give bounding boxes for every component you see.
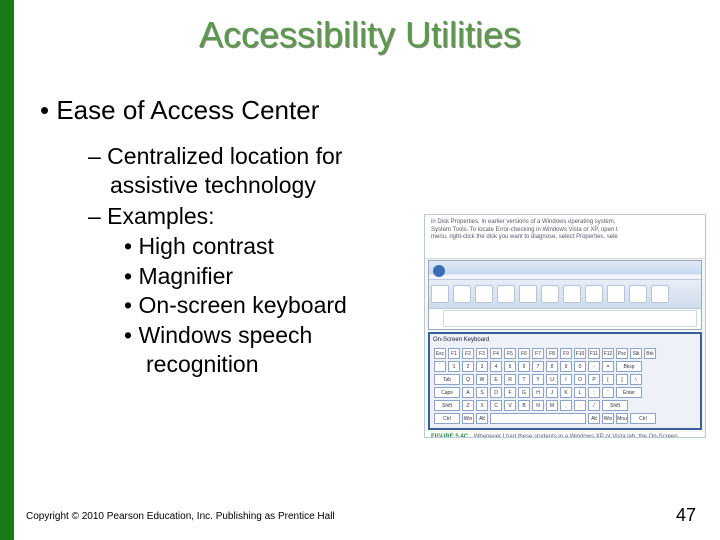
osk-key: Mnu [616,413,628,424]
osk-key: P [588,374,600,385]
osk-key: Ctrl [434,413,460,424]
osk-key: R [504,374,516,385]
osk-row-1: EscF1F2F3F4F5F6F7F8F9F10F11F12PscSlkBrk [433,347,697,360]
on-screen-keyboard: On-Screen Keyboard EscF1F2F3F4F5F6F7F8F9… [428,332,702,430]
osk-key: U [546,374,558,385]
osk-key: K [560,387,572,398]
osk-key: / [588,400,600,411]
osk-key: Alt [476,413,488,424]
osk-key: F12 [602,348,614,359]
osk-row-5: ShiftZXCVBNM,./Shift [433,399,697,412]
osk-row-4: CapsASDFGHJKL;'Enter [433,386,697,399]
osk-key: O [574,374,586,385]
osk-key: F7 [532,348,544,359]
osk-row-2: `1234567890-=Bksp [433,360,697,373]
osk-key: . [574,400,586,411]
slide-title: Accessibility Utilities [0,0,720,56]
osk-key: F5 [504,348,516,359]
textbook-screenshot: in Disk Properties. In earlier versions … [424,214,706,438]
osk-key: [ [602,374,614,385]
osk-row-6: CtrlWinAltAltWinMnuCtrl [433,412,697,425]
osk-key: N [532,400,544,411]
osk-key: X [476,400,488,411]
osk-key: Y [532,374,544,385]
osk-key: 4 [490,361,502,372]
osk-key: F6 [518,348,530,359]
osk-key: J [546,387,558,398]
osk-key: Q [462,374,474,385]
osk-title: On-Screen Keyboard [433,337,697,347]
osk-key: Alt [588,413,600,424]
osk-key: C [490,400,502,411]
osk-key: F4 [490,348,502,359]
osk-key [490,413,586,424]
osk-key: 0 [574,361,586,372]
copyright-footer: Copyright © 2010 Pearson Education, Inc.… [26,511,335,522]
osk-key: ` [434,361,446,372]
osk-key: 2 [462,361,474,372]
left-accent-bar [0,0,14,540]
osk-key: 7 [532,361,544,372]
osk-key: F10 [574,348,586,359]
osk-key: G [518,387,530,398]
osk-key: Bksp [616,361,642,372]
osk-key: F2 [462,348,474,359]
screenshot-lower-text: FIGURE 5.4C Whenever I had these student… [425,432,705,439]
osk-key: T [518,374,530,385]
osk-key: Z [462,400,474,411]
osk-key: Shift [434,400,460,411]
osk-key: F1 [448,348,460,359]
osk-row-3: TabQWERTYUIOP[]\ [433,373,697,386]
osk-key: Win [602,413,614,424]
osk-key: Esc [434,348,446,359]
osk-key: Win [462,413,474,424]
figure-label: FIGURE 5.4C [431,434,472,439]
bullet-main-text: Ease of Access Center [56,95,319,125]
osk-key: D [490,387,502,398]
osk-key: F11 [588,348,600,359]
osk-key: Brk [644,348,656,359]
osk-key: F3 [476,348,488,359]
osk-key: H [532,387,544,398]
osk-key: Ctrl [630,413,656,424]
osk-key: Enter [616,387,642,398]
osk-key: , [560,400,572,411]
osk-key: - [588,361,600,372]
osk-key: Shift [602,400,628,411]
osk-key: 8 [546,361,558,372]
osk-key: B [518,400,530,411]
osk-key: W [476,374,488,385]
osk-key: = [602,361,614,372]
osk-key: F8 [546,348,558,359]
word-window-mock [428,260,702,330]
osk-key: ; [588,387,600,398]
osk-key: L [574,387,586,398]
osk-key: Tab [434,374,460,385]
osk-key: M [546,400,558,411]
osk-key: ] [616,374,628,385]
osk-key: Caps [434,387,460,398]
word-doc-area [443,310,697,327]
osk-key: F9 [560,348,572,359]
bullet-main: • Ease of Access Center [40,95,680,126]
osk-key: I [560,374,572,385]
osk-key: Psc [616,348,628,359]
osk-key: 5 [504,361,516,372]
osk-key: F [504,387,516,398]
osk-key: 1 [448,361,460,372]
sub-centralized: – Centralized location for assistive tec… [88,142,680,200]
osk-key: 6 [518,361,530,372]
osk-key: 3 [476,361,488,372]
osk-key: ' [602,387,614,398]
osk-key: A [462,387,474,398]
screenshot-upper-text: in Disk Properties. In earlier versions … [425,215,705,259]
osk-key: Slk [630,348,642,359]
osk-key: 9 [560,361,572,372]
osk-key: E [490,374,502,385]
osk-key: \ [630,374,642,385]
osk-key: S [476,387,488,398]
word-ribbon [429,279,701,309]
page-number: 47 [676,505,696,526]
osk-key: V [504,400,516,411]
